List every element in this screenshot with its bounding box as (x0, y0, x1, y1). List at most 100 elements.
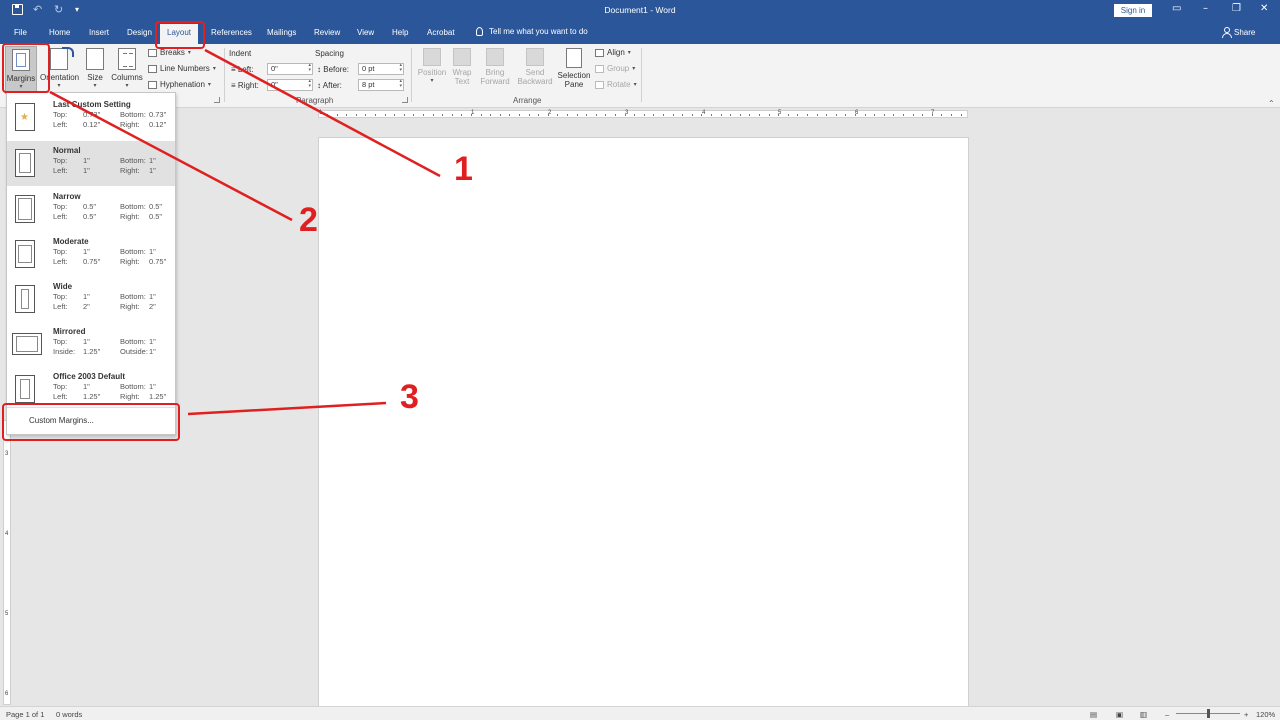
ribbon-display-options-icon[interactable]: ▭ (1172, 3, 1181, 14)
ruler-tick (605, 114, 607, 116)
ruler-tick (941, 114, 943, 116)
ruler-tick (557, 114, 559, 116)
ruler-tick (826, 114, 828, 116)
tab-design[interactable]: Design (127, 28, 152, 37)
margin-option-narrow[interactable]: Narrow Top: 0.5" Bottom: 0.5" Left: 0.5"… (7, 187, 175, 232)
margin-option-normal[interactable]: Normal Top: 1" Bottom: 1" Left: 1" Right… (7, 141, 175, 186)
selection-pane-label-2: Pane (564, 80, 584, 89)
position-button[interactable]: Position ▾ (416, 48, 448, 84)
tab-file[interactable]: File (14, 28, 27, 37)
web-layout-icon[interactable]: ▥ (1140, 710, 1147, 719)
share-button[interactable]: Share (1234, 28, 1255, 37)
margin-right-value: 0.5" (149, 212, 163, 221)
margin-option-wide[interactable]: Wide Top: 1" Bottom: 1" Left: 2" Right: … (7, 277, 175, 322)
zoom-out-icon[interactable]: – (1165, 710, 1169, 719)
ruler-tick (931, 114, 933, 116)
tab-help[interactable]: Help (392, 28, 408, 37)
ruler-tick (499, 114, 501, 116)
star-icon: ★ (20, 112, 29, 123)
document-page[interactable] (318, 137, 969, 709)
margin-bottom-value: 0.5" (149, 202, 163, 211)
margin-option-name: Normal (53, 146, 81, 155)
breaks-icon (148, 48, 157, 57)
margin-right-value: 0.12" (149, 120, 167, 129)
tab-acrobat[interactable]: Acrobat (427, 28, 455, 37)
margin-left-value: 0.75" (83, 257, 101, 266)
print-layout-icon[interactable]: ▣ (1116, 710, 1123, 719)
collapse-ribbon-icon[interactable]: ⌃ (1268, 99, 1275, 108)
indent-right-input[interactable]: 0" (267, 79, 313, 91)
title-bar: ↶ ↻ ▾ Document1 - Word Sign in ▭ – ❐ ✕ (0, 0, 1280, 22)
arrange-group-label: Arrange (513, 96, 542, 105)
chevron-down-icon: ▾ (633, 81, 637, 88)
zoom-in-icon[interactable]: + (1244, 710, 1248, 719)
line-numbers-label: Line Numbers (160, 64, 210, 73)
hyphenation-button[interactable]: Hyphenation ▾ (148, 80, 211, 89)
tab-mailings[interactable]: Mailings (267, 28, 296, 37)
size-button[interactable]: Size ▾ (84, 48, 106, 89)
margin-option-mirrored[interactable]: Mirrored Top: 1" Bottom: 1" Inside: 1.25… (7, 322, 175, 367)
bring-forward-icon (486, 48, 504, 66)
ruler-tick (394, 114, 396, 116)
align-button[interactable]: Align ▾ (595, 48, 631, 57)
zoom-slider-thumb[interactable] (1207, 709, 1210, 718)
paragraph-dialog-launcher-icon[interactable] (402, 97, 408, 103)
word-count[interactable]: 0 words (56, 710, 82, 719)
breaks-button[interactable]: Breaks ▾ (148, 48, 191, 57)
document-title: Document1 - Word (604, 5, 676, 15)
ruler-tick (615, 114, 616, 116)
send-backward-button[interactable]: Send Backward (514, 48, 556, 86)
margin-left-value: 0.5" (83, 212, 97, 221)
normal-margins-icon (15, 149, 35, 177)
tab-references[interactable]: References (211, 28, 252, 37)
line-numbers-button[interactable]: Line Numbers ▾ (148, 64, 216, 73)
tab-view[interactable]: View (357, 28, 374, 37)
ruler-tick (346, 114, 348, 116)
margin-right-value: 0.75" (149, 257, 167, 266)
restore-icon[interactable]: ❐ (1232, 3, 1241, 14)
vertical-ruler[interactable]: 3 4 5 6 (3, 420, 11, 705)
margin-top-label: Top: (53, 156, 68, 165)
ruler-tick (547, 114, 549, 116)
ruler-tick (922, 114, 924, 116)
margin-bottom-value: 1" (149, 382, 156, 391)
tab-home[interactable]: Home (49, 28, 70, 37)
margin-top-value: 1" (83, 156, 90, 165)
margin-right-label: Right: (120, 212, 140, 221)
tell-me-search[interactable]: Tell me what you want to do (476, 27, 588, 36)
page-count[interactable]: Page 1 of 1 (6, 710, 44, 719)
wrap-text-button[interactable]: Wrap Text (450, 48, 474, 86)
margin-top-label: Top: (53, 292, 68, 301)
margin-option-moderate[interactable]: Moderate Top: 1" Bottom: 1" Left: 0.75" … (7, 232, 175, 277)
page-size-icon (86, 48, 104, 70)
ruler-tick (797, 114, 799, 116)
rotate-button[interactable]: Rotate ▾ (595, 80, 637, 89)
tab-review[interactable]: Review (314, 28, 340, 37)
close-icon[interactable]: ✕ (1260, 3, 1268, 14)
margin-option-name: Wide (53, 282, 73, 291)
page-setup-dialog-launcher-icon[interactable] (214, 97, 220, 103)
spacing-before-input[interactable]: 0 pt (358, 63, 404, 75)
send-backward-icon (526, 48, 544, 66)
read-mode-icon[interactable]: ▤ (1090, 710, 1097, 719)
spacing-after-input[interactable]: 8 pt (358, 79, 404, 91)
bring-forward-button[interactable]: Bring Forward (477, 48, 513, 86)
horizontal-ruler[interactable]: 11234567 (318, 110, 968, 118)
spacing-after-label: ↕ After: (317, 81, 342, 90)
sign-in-button[interactable]: Sign in (1114, 4, 1152, 17)
indent-left-label: ≡ Left: (231, 65, 254, 74)
tab-insert[interactable]: Insert (89, 28, 109, 37)
margin-right-label: Right: (120, 302, 140, 311)
margin-left-label: Left: (53, 120, 68, 129)
hyphenation-label: Hyphenation (160, 80, 205, 89)
ruler-tick (375, 114, 376, 116)
columns-button[interactable]: Columns ▾ (110, 48, 144, 89)
margin-bottom-label: Bottom: (120, 337, 146, 346)
indent-left-input[interactable]: 0" (267, 63, 313, 75)
zoom-level[interactable]: 120% (1256, 710, 1275, 719)
align-label: Align (607, 48, 625, 57)
minimize-icon[interactable]: – (1203, 3, 1208, 14)
group-button[interactable]: Group ▾ (595, 64, 635, 73)
margin-option-last-custom[interactable]: ★ Last Custom Setting Top: 0.73" Bottom:… (7, 95, 175, 140)
selection-pane-button[interactable]: Selection Pane (556, 48, 592, 89)
